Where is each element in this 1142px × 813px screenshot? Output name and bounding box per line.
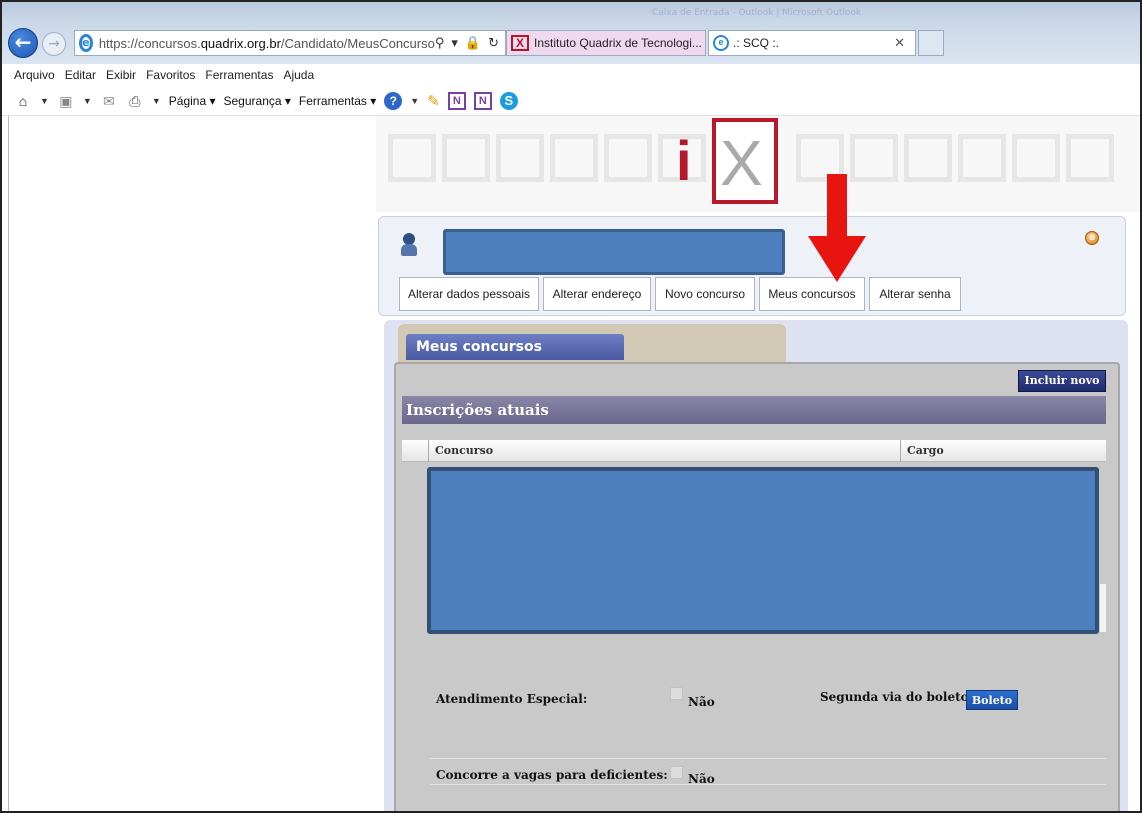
new-tab-button[interactable]	[918, 30, 944, 56]
deficientes-checkbox[interactable]	[670, 766, 683, 779]
search-icon[interactable]: ⚲	[435, 36, 445, 51]
menu-favoritos[interactable]: Favoritos	[146, 68, 195, 82]
tab-label: Instituto Quadrix de Tecnologi...	[534, 36, 702, 50]
tab-scq[interactable]: e .: SCQ :. ✕	[708, 30, 916, 56]
incluir-novo-button[interactable]: Incluir novo	[1018, 370, 1106, 392]
atendimento-especial-value: Não	[688, 695, 715, 709]
page-menu-label: Página	[168, 93, 207, 108]
url-text[interactable]: https://concursos.quadrix.org.br/Candida…	[99, 36, 435, 51]
url-domain: quadrix.org.br	[200, 35, 281, 51]
tools-menu[interactable]: Ferramentas ▾	[299, 94, 376, 108]
column-cargo[interactable]: Cargo	[900, 440, 1106, 462]
row-separator	[430, 758, 1106, 759]
segunda-via-label: Segunda via do boleto:	[820, 690, 974, 704]
decor-square	[550, 134, 598, 182]
page-menu[interactable]: Página ▾	[169, 94, 216, 108]
url-path: /Candidato/MeusConcurso	[280, 35, 435, 51]
logout-icon[interactable]: ⊗	[1085, 231, 1099, 245]
window-title: Caixa de Entrada - Outlook | Microsoft O…	[652, 8, 862, 18]
pen-icon[interactable]: ✎	[427, 92, 440, 110]
tab-label: .: SCQ :.	[733, 36, 780, 50]
table-header: Concurso Cargo	[402, 440, 1106, 462]
onenote-send-icon[interactable]: N	[473, 91, 492, 110]
forward-button[interactable]: →	[42, 32, 66, 56]
user-panel: ⊗ Alterar dados pessoais Alterar endereç…	[378, 216, 1126, 316]
dropdown-icon[interactable]: ▼	[40, 96, 49, 106]
deficientes-label: Concorre a vagas para deficientes:	[436, 768, 668, 782]
security-menu-label: Segurança	[223, 93, 282, 108]
inscricoes-title: Inscrições atuais	[402, 396, 1106, 424]
logo-x: X	[720, 127, 763, 199]
row-separator	[430, 784, 1106, 785]
decor-square	[958, 134, 1006, 182]
skype-icon[interactable]: S	[499, 91, 518, 110]
annotation-arrow-icon	[808, 174, 866, 282]
refresh-icon[interactable]: ↻	[488, 36, 499, 51]
browser-window: Caixa de Entrada - Outlook | Microsoft O…	[0, 0, 1142, 813]
dropdown-icon[interactable]: ▼	[152, 96, 161, 106]
back-button[interactable]: ←	[8, 28, 38, 58]
redacted-table-rows	[427, 467, 1099, 634]
dropdown-icon[interactable]: ▼	[83, 96, 92, 106]
atendimento-especial-checkbox[interactable]	[670, 687, 683, 700]
alterar-dados-button[interactable]: Alterar dados pessoais	[399, 277, 539, 311]
boleto-button[interactable]: Boleto	[966, 690, 1018, 710]
print-icon[interactable]: ⎙	[126, 92, 144, 110]
table-scroll-edge	[1099, 584, 1106, 632]
mail-icon[interactable]: ✉	[100, 92, 118, 110]
decor-square	[442, 134, 490, 182]
logo-i: i	[676, 129, 692, 192]
ie-icon: e	[79, 34, 93, 52]
left-divider	[8, 116, 9, 811]
decor-square	[1066, 134, 1114, 182]
address-icons: ⚲ ▾ 🔒 ↻	[435, 36, 505, 51]
security-menu[interactable]: Segurança ▾	[224, 94, 291, 108]
redacted-user-name	[443, 229, 785, 275]
title-bar: Caixa de Entrada - Outlook | Microsoft O…	[2, 2, 1140, 64]
menu-ajuda[interactable]: Ajuda	[283, 68, 314, 82]
ie-icon: e	[713, 35, 729, 51]
user-icon	[401, 233, 417, 257]
novo-concurso-button[interactable]: Novo concurso	[655, 277, 755, 311]
help-icon[interactable]: ?	[384, 91, 403, 110]
close-tab-icon[interactable]: ✕	[894, 35, 905, 51]
quadrix-icon: X	[511, 35, 529, 51]
decor-square	[1012, 134, 1060, 182]
menu-exibir[interactable]: Exibir	[106, 68, 136, 82]
alterar-senha-button[interactable]: Alterar senha	[869, 277, 961, 311]
menu-bar: Arquivo Editar Exibir Favoritos Ferramen…	[2, 64, 1140, 86]
decor-square	[604, 134, 652, 182]
address-bar[interactable]: e https://concursos.quadrix.org.br/Candi…	[74, 30, 506, 56]
url-prefix: https://concursos.	[98, 35, 201, 51]
dropdown-icon[interactable]: ▼	[410, 96, 419, 106]
menu-editar[interactable]: Editar	[65, 68, 96, 82]
tools-menu-label: Ferramentas	[298, 93, 367, 108]
menu-arquivo[interactable]: Arquivo	[14, 68, 55, 82]
command-bar: ⌂ ▼ ▣ ▼ ✉ ⎙ ▼ Página ▾ Segurança ▾ Ferra…	[2, 86, 1140, 116]
lock-icon[interactable]: 🔒	[465, 36, 481, 51]
onenote-icon[interactable]: N	[447, 91, 466, 110]
decor-square	[388, 134, 436, 182]
alterar-endereco-button[interactable]: Alterar endereço	[543, 277, 651, 311]
rss-icon[interactable]: ▣	[57, 92, 75, 110]
menu-ferramentas[interactable]: Ferramentas	[205, 68, 273, 82]
site-logo: i X	[676, 118, 778, 204]
tab-meus-concursos[interactable]: Meus concursos	[406, 334, 624, 360]
site-header: i X	[376, 116, 1140, 212]
decor-square	[496, 134, 544, 182]
column-concurso[interactable]: Concurso	[428, 440, 900, 462]
decor-square	[904, 134, 952, 182]
home-icon[interactable]: ⌂	[14, 92, 32, 110]
dropdown-icon[interactable]: ▾	[451, 36, 458, 51]
tab-quadrix[interactable]: X Instituto Quadrix de Tecnologi...	[506, 30, 706, 56]
atendimento-especial-label: Atendimento Especial:	[436, 692, 588, 706]
